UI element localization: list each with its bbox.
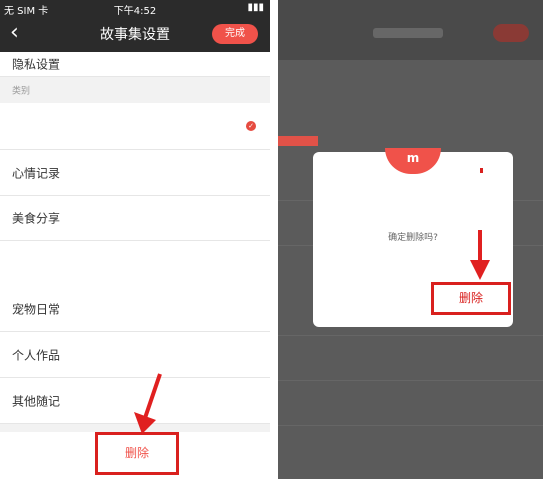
status-bar: 无 SIM 卡 下午4:52 ▮▮▮ (0, 0, 270, 17)
privacy-settings-row[interactable]: 隐私设置 (0, 52, 270, 77)
arrow-annotation-icon (134, 373, 162, 434)
category-section-label: 类别 (12, 86, 31, 96)
battery-icon: ▮▮▮ (247, 2, 264, 13)
right-screen: m 确定删除吗? 删除 (278, 0, 543, 479)
category-row[interactable]: 美食分享 (0, 196, 270, 241)
dialog-mark-icon (480, 168, 483, 173)
delete-button[interactable]: 删除 (95, 432, 179, 475)
category-label: 个人作品 (12, 348, 61, 362)
dimmed-title (373, 28, 443, 38)
dimmed-divider (278, 380, 543, 381)
panel-divider (270, 0, 278, 479)
category-row[interactable]: 心情记录 (0, 150, 270, 196)
dimmed-divider (278, 425, 543, 426)
dialog-delete-button[interactable]: 删除 (431, 282, 511, 315)
dimmed-divider (278, 335, 543, 336)
category-row-none[interactable]: ✓ (0, 103, 270, 150)
dimmed-nav-bar (278, 0, 543, 60)
category-label: 美食分享 (12, 211, 61, 226)
arrow-annotation-icon (470, 230, 490, 280)
dimmed-done-button (493, 24, 529, 42)
category-label: 心情记录 (12, 166, 61, 180)
dimmed-accent-stripe (278, 136, 318, 146)
left-screen: 无 SIM 卡 下午4:52 ▮▮▮ ‹ 故事集设置 完成 隐私设置 类别 ✓ … (0, 0, 270, 479)
category-label: 其他随记 (12, 394, 61, 408)
nav-bar: ‹ 故事集设置 完成 (0, 16, 270, 52)
time-label: 下午4:52 (113, 6, 157, 17)
done-button[interactable]: 完成 (212, 24, 258, 44)
category-section-header: 类别 (0, 77, 270, 102)
dialog-tab-icon: m (385, 148, 441, 174)
category-label: 宠物日常 (12, 302, 61, 317)
privacy-settings-label: 隐私设置 (12, 57, 61, 72)
category-row[interactable]: 宠物日常 (0, 241, 270, 332)
checkmark-icon: ✓ (246, 121, 256, 131)
